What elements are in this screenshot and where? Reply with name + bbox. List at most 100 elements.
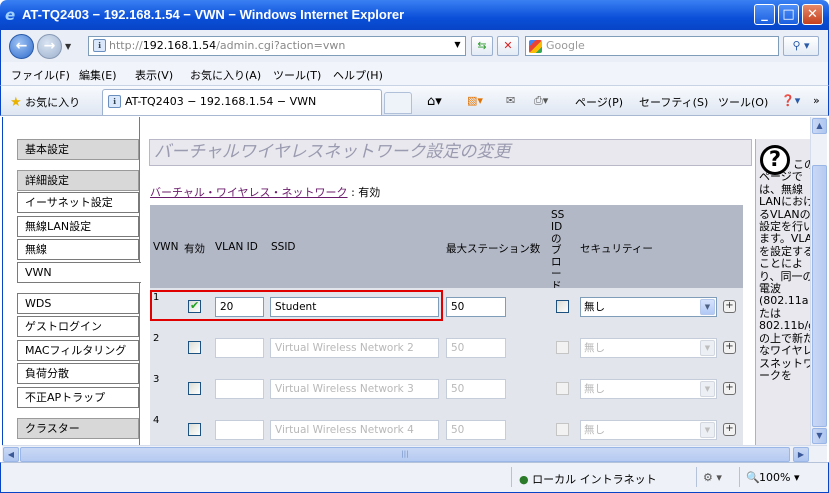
vlan-id-input[interactable] <box>215 338 264 358</box>
close-button[interactable]: ✕ <box>802 4 823 25</box>
vwn-status-line: バーチャル・ワイヤレス・ネットワーク : 有効 <box>150 184 380 200</box>
vertical-scroll-thumb[interactable] <box>812 165 827 427</box>
safety-menu[interactable]: セーフティ(S) <box>639 94 708 110</box>
home-icon[interactable]: ⌂▾ <box>427 94 442 109</box>
tools-menu[interactable]: ツール(O) <box>718 94 768 110</box>
enabled-checkbox[interactable] <box>188 341 201 354</box>
new-tab-button[interactable] <box>384 92 412 114</box>
security-value: 無し <box>584 301 605 313</box>
vlan-id-input[interactable] <box>215 379 264 399</box>
address-input[interactable]: ℹ http://192.168.1.54/admin.cgi?action=v… <box>88 36 466 56</box>
nav-item-radio[interactable]: 無線 <box>17 239 139 260</box>
vertical-scrollbar[interactable]: ▲ ▼ <box>810 117 827 445</box>
max-stations-input[interactable]: 50 <box>446 379 506 399</box>
expand-button[interactable]: + <box>723 300 736 313</box>
search-input[interactable]: Google <box>525 36 779 56</box>
scroll-up-icon[interactable]: ▲ <box>812 118 827 134</box>
print-icon[interactable]: ⎙▾ <box>534 94 548 108</box>
ssid-input[interactable]: Virtual Wireless Network 2 <box>270 338 439 358</box>
enabled-checkbox[interactable] <box>188 382 201 395</box>
page-title: バーチャルワイヤレスネットワーク設定の変更 <box>149 139 752 166</box>
max-stations-input[interactable]: 50 <box>446 420 506 440</box>
menu-favorites[interactable]: お気に入り(A) <box>190 67 261 83</box>
nav-item-guest-login[interactable]: ゲストログイン <box>17 316 139 337</box>
stop-button[interactable]: ✕ <box>497 36 519 56</box>
search-button[interactable]: ⚲ ▾ <box>783 36 819 56</box>
menu-view[interactable]: 表示(V) <box>135 67 173 83</box>
expand-button[interactable]: + <box>723 382 736 395</box>
window-title: AT-TQ2403 − 192.168.1.54 − VWN − Windows… <box>22 7 405 22</box>
address-dropdown-icon[interactable]: ▼ <box>449 36 466 56</box>
status-bar: ● ローカル イントラネット ⚙ ▾ 🔍 100% ▾ <box>0 462 829 493</box>
menu-help[interactable]: ヘルプ(H) <box>333 67 383 83</box>
chevron-right-icon[interactable]: » <box>813 94 820 107</box>
dropdown-arrow-icon: ▼ <box>700 381 715 397</box>
expand-button[interactable]: + <box>723 423 736 436</box>
nav-item-wlan[interactable]: 無線LAN設定 <box>17 216 139 237</box>
protected-mode-icon[interactable]: ⚙ ▾ <box>703 471 722 484</box>
col-max-stations: 最大ステーション数 <box>446 243 541 255</box>
security-select[interactable]: 無し ▼ <box>580 420 717 440</box>
ssid-input[interactable]: Virtual Wireless Network 3 <box>270 379 439 399</box>
menu-bar: ファイル(F) 編集(E) 表示(V) お気に入り(A) ツール(T) ヘルプ(… <box>0 62 829 86</box>
nav-item-vwn[interactable]: VWN <box>17 262 141 283</box>
zoom-level[interactable]: 100% ▾ <box>759 471 799 484</box>
mail-icon[interactable]: ✉ <box>506 94 515 107</box>
url-prefix: http:// <box>109 39 143 52</box>
ssid-input[interactable]: Virtual Wireless Network 4 <box>270 420 439 440</box>
horizontal-scrollbar[interactable]: ◀ ||| ▶ <box>2 445 827 462</box>
enabled-checkbox[interactable] <box>188 423 201 436</box>
nav-item-rogue-ap[interactable]: 不正APトラップ <box>17 387 139 408</box>
menu-file[interactable]: ファイル(F) <box>11 67 70 83</box>
dropdown-arrow-icon: ▼ <box>700 299 715 315</box>
page-content: 基本設定 詳細設定 イーサネット設定 無線LAN設定 無線 VWN WDS ゲス… <box>2 117 810 445</box>
favorites-bar: ★ お気に入り ℹ AT-TQ2403 − 192.168.1.54 − VWN… <box>0 86 829 116</box>
minimize-button[interactable]: _ <box>754 4 775 25</box>
nav-item-mac-filtering[interactable]: MACフィルタリング <box>17 340 139 361</box>
tab-active[interactable]: ℹ AT-TQ2403 − 192.168.1.54 − VWN <box>102 89 382 115</box>
nav-item-ethernet[interactable]: イーサネット設定 <box>17 192 139 213</box>
nav-cluster[interactable]: クラスター <box>17 418 139 439</box>
expand-button[interactable]: + <box>723 341 736 354</box>
broadcast-checkbox[interactable] <box>556 382 569 395</box>
nav-item-wds[interactable]: WDS <box>17 293 139 314</box>
security-select[interactable]: 無し ▼ <box>580 379 717 399</box>
tab-site-icon: ℹ <box>108 95 121 108</box>
max-stations-input[interactable]: 50 <box>446 297 506 317</box>
menu-edit[interactable]: 編集(E) <box>79 67 117 83</box>
scroll-right-icon[interactable]: ▶ <box>793 447 809 462</box>
security-select[interactable]: 無し ▼ <box>580 297 717 317</box>
vlan-id-input[interactable] <box>215 420 264 440</box>
feeds-icon[interactable]: ▧▾ <box>467 94 483 107</box>
favorites-button[interactable]: ★ お気に入り <box>10 94 80 110</box>
max-stations-input[interactable]: 50 <box>446 338 506 358</box>
refresh-button[interactable]: ⇆ <box>471 36 493 56</box>
scroll-left-icon[interactable]: ◀ <box>3 447 19 462</box>
help-icon[interactable]: ❓▾ <box>781 94 800 107</box>
horizontal-scroll-thumb[interactable]: ||| <box>20 447 790 462</box>
back-button[interactable]: ← <box>9 34 34 59</box>
forward-button[interactable]: → <box>37 34 62 59</box>
table-header: VWN 有効 VLAN ID SSID 最大ステーション数 SSIDのブロードキ… <box>150 205 743 339</box>
status-divider <box>739 467 740 487</box>
menu-tools[interactable]: ツール(T) <box>273 67 321 83</box>
security-value: 無し <box>584 342 605 354</box>
nav-basic-settings[interactable]: 基本設定 <box>17 139 139 160</box>
maximize-button[interactable]: □ <box>778 4 799 25</box>
col-vwn: VWN <box>153 241 179 253</box>
highlight-box <box>150 290 443 321</box>
address-toolbar: ← → ▼ ℹ http://192.168.1.54/admin.cgi?ac… <box>0 30 829 62</box>
page-menu[interactable]: ページ(P) <box>575 94 623 110</box>
broadcast-checkbox[interactable] <box>556 341 569 354</box>
broadcast-checkbox[interactable] <box>556 423 569 436</box>
security-value: 無し <box>584 383 605 395</box>
security-select[interactable]: 無し ▼ <box>580 338 717 358</box>
scroll-down-icon[interactable]: ▼ <box>812 428 827 444</box>
vwn-link[interactable]: バーチャル・ワイヤレス・ネットワーク <box>150 186 348 199</box>
security-zone[interactable]: ● ローカル イントラネット <box>519 471 657 487</box>
recent-pages-dropdown-icon[interactable]: ▼ <box>65 42 71 51</box>
table-row: 2 Virtual Wireless Network 2 50 無し ▼ + <box>150 329 743 370</box>
broadcast-checkbox[interactable] <box>556 300 569 313</box>
nav-advanced-settings[interactable]: 詳細設定 <box>17 170 139 191</box>
nav-item-load-balancing[interactable]: 負荷分散 <box>17 363 139 384</box>
